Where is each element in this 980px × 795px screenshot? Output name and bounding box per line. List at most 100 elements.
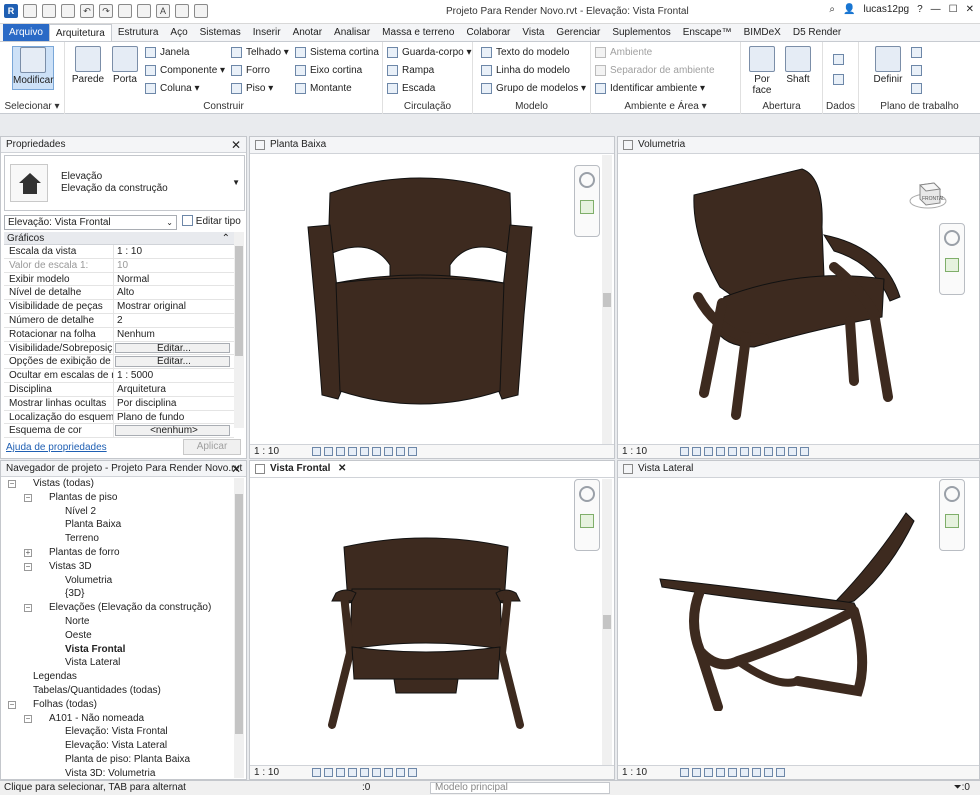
- window-button[interactable]: Janela: [145, 47, 189, 58]
- tab-analisar[interactable]: Analisar: [328, 24, 376, 41]
- modify-button[interactable]: Modificar: [12, 46, 54, 90]
- view-scale[interactable]: 1 : 10: [254, 766, 279, 779]
- render-icon[interactable]: [728, 447, 737, 456]
- display-options-edit-button[interactable]: Editar...: [115, 356, 230, 368]
- worksharing-icon[interactable]: [408, 447, 417, 456]
- visual-style-icon[interactable]: [692, 447, 701, 456]
- viewport-volumetria[interactable]: Volumetria FRONTAL 1 : 10: [617, 136, 980, 459]
- tab-enscape[interactable]: Enscape™: [677, 24, 738, 41]
- roof-button[interactable]: Telhado ▾: [231, 47, 289, 58]
- ceiling-button[interactable]: Forro: [231, 65, 270, 76]
- maximize-button[interactable]: ☐: [949, 4, 958, 15]
- zoom-icon[interactable]: [580, 514, 594, 528]
- view-scale[interactable]: 1 : 10: [622, 766, 647, 779]
- wall-button[interactable]: Parede: [71, 46, 105, 85]
- properties-scrollbar[interactable]: [234, 232, 244, 428]
- save-icon[interactable]: [42, 4, 56, 18]
- detail-level-icon[interactable]: [312, 768, 321, 777]
- viewport-vista-frontal[interactable]: Vista Frontal ✕ 1 : 10: [249, 460, 615, 780]
- tab-massa-terreno[interactable]: Massa e terreno: [376, 24, 460, 41]
- instance-filter-dropdown[interactable]: Elevação: Vista Frontal ⌄: [4, 215, 177, 230]
- crop-icon[interactable]: [740, 447, 749, 456]
- collapse-icon[interactable]: −: [24, 562, 32, 571]
- model-group-button[interactable]: Grupo de modelos ▾: [481, 83, 586, 94]
- steering-wheel-icon[interactable]: [944, 230, 960, 246]
- browser-node[interactable]: Elevação: Vista Lateral: [40, 740, 167, 752]
- zoom-icon[interactable]: [945, 514, 959, 528]
- lock-view-icon[interactable]: [764, 447, 773, 456]
- steering-wheel-icon[interactable]: [579, 486, 595, 502]
- viewport-planta-baixa[interactable]: Planta Baixa 1 : 10: [249, 136, 615, 459]
- column-button[interactable]: Coluna ▾: [145, 83, 200, 94]
- tab-estrutura[interactable]: Estrutura: [112, 24, 165, 41]
- browser-node[interactable]: Nível 2: [40, 506, 96, 518]
- reveal-hidden-icon[interactable]: [396, 768, 405, 777]
- browser-node[interactable]: Terreno: [40, 533, 99, 545]
- tab-vista[interactable]: Vista: [516, 24, 550, 41]
- show-crop-icon[interactable]: [372, 768, 381, 777]
- undo-icon[interactable]: ↶: [80, 4, 94, 18]
- property-value[interactable]: Normal: [114, 273, 234, 286]
- floor-button[interactable]: Piso ▾: [231, 83, 273, 94]
- show-crop-icon[interactable]: [752, 447, 761, 456]
- thin-lines-icon[interactable]: [194, 4, 208, 18]
- group-label[interactable]: Selecionar ▾: [0, 101, 64, 112]
- chair-plan-drawing[interactable]: [300, 165, 540, 417]
- show-crop-icon[interactable]: [740, 768, 749, 777]
- tab-aco[interactable]: Aço: [164, 24, 193, 41]
- user-name[interactable]: lucas12pg: [863, 4, 909, 15]
- curtain-grid-button[interactable]: Eixo cortina: [295, 65, 362, 76]
- vg-edit-button[interactable]: Editar...: [115, 342, 230, 354]
- browser-node[interactable]: Vista Lateral: [40, 657, 120, 669]
- sun-path-icon[interactable]: [704, 447, 713, 456]
- tag-room-button[interactable]: Identificar ambiente ▾: [595, 83, 705, 94]
- property-value[interactable]: Nenhum: [114, 328, 234, 341]
- crop-icon[interactable]: [360, 447, 369, 456]
- browser-node[interactable]: − Vistas (todas): [8, 478, 94, 490]
- tab-gerenciar[interactable]: Gerenciar: [550, 24, 606, 41]
- component-button[interactable]: Componente ▾: [145, 65, 225, 76]
- tab-anotar[interactable]: Anotar: [287, 24, 328, 41]
- revit-logo-icon[interactable]: R: [4, 4, 18, 18]
- navigation-bar[interactable]: [939, 223, 965, 295]
- edit-type-button[interactable]: Editar tipo: [182, 215, 241, 228]
- visual-style-icon[interactable]: [692, 768, 701, 777]
- tab-suplementos[interactable]: Suplementos: [606, 24, 676, 41]
- open-icon[interactable]: [23, 4, 37, 18]
- room-button[interactable]: Ambiente: [595, 47, 652, 58]
- view-tab-planta-baixa[interactable]: Planta Baixa: [250, 137, 614, 154]
- property-value[interactable]: Mostrar original: [114, 300, 234, 313]
- 3d-view-icon[interactable]: [175, 4, 189, 18]
- browser-node[interactable]: − Elevações (Elevação da construção): [24, 602, 211, 614]
- property-value[interactable]: 1 : 5000: [114, 369, 234, 382]
- browser-node[interactable]: − Folhas (todas): [8, 699, 97, 711]
- design-option-dropdown[interactable]: Modelo principal: [430, 782, 610, 794]
- stair-button[interactable]: Escada: [387, 83, 435, 94]
- ref-plane-button[interactable]: [911, 65, 922, 76]
- browser-node[interactable]: Planta de piso: Planta Baixa: [40, 754, 190, 766]
- collapse-icon[interactable]: −: [24, 604, 32, 613]
- navigation-bar[interactable]: [574, 479, 600, 551]
- view-tab-volumetria[interactable]: Volumetria: [618, 137, 979, 154]
- scroll-thumb[interactable]: [603, 293, 611, 307]
- print-icon[interactable]: [118, 4, 132, 18]
- browser-node[interactable]: Legendas: [8, 671, 77, 683]
- model-text-button[interactable]: Texto do modelo: [481, 47, 569, 58]
- viewer-button[interactable]: [911, 83, 922, 94]
- model-line-button[interactable]: Linha do modelo: [481, 65, 570, 76]
- group-label[interactable]: Ambiente e Área ▾: [591, 101, 740, 112]
- view-scrollbar[interactable]: [602, 479, 612, 767]
- temp-hide-icon[interactable]: [384, 768, 393, 777]
- minimize-button[interactable]: —: [931, 4, 941, 15]
- steering-wheel-icon[interactable]: [944, 486, 960, 502]
- property-value[interactable]: 2: [114, 314, 234, 327]
- tab-d5-render[interactable]: D5 Render: [787, 24, 847, 41]
- temp-hide-icon[interactable]: [384, 447, 393, 456]
- browser-node[interactable]: − Vistas 3D: [24, 561, 92, 573]
- user-icon[interactable]: 👤: [843, 4, 855, 15]
- browser-node[interactable]: Planta Baixa: [40, 519, 121, 531]
- detail-level-icon[interactable]: [680, 768, 689, 777]
- color-scheme-button[interactable]: <nenhum>: [115, 425, 230, 437]
- chair-side-drawing[interactable]: [658, 511, 938, 711]
- grid-button[interactable]: [833, 74, 844, 85]
